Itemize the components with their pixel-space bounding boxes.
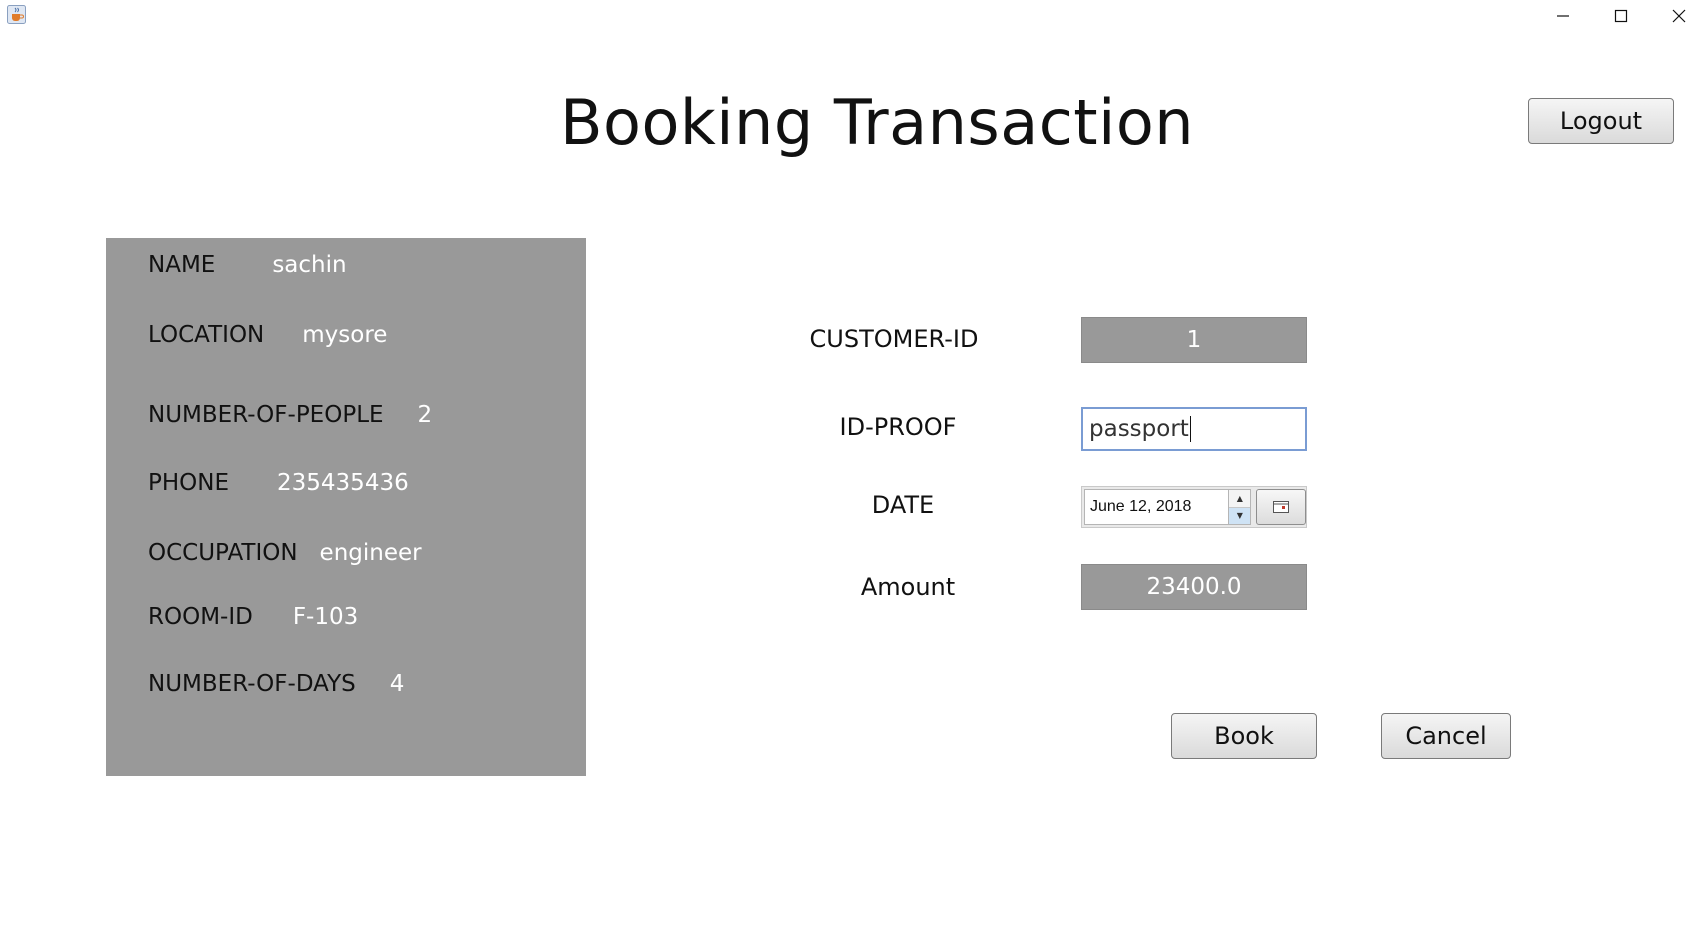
page-title: Booking Transaction [560,86,1195,159]
info-label: ROOM-ID [148,604,253,630]
customer-id-value: 1 [1186,327,1202,353]
info-row-name: NAME sachin [148,252,347,278]
info-value-days: 4 [389,671,405,697]
info-row-location: LOCATION mysore [148,322,387,348]
minimize-button[interactable] [1534,0,1592,32]
customer-id-field: 1 [1081,317,1307,363]
info-value-room: F-103 [292,604,359,630]
info-label: NUMBER-OF-PEOPLE [148,402,384,428]
info-label: NAME [148,252,216,278]
maximize-button[interactable] [1592,0,1650,32]
calendar-icon [1273,501,1290,513]
date-picker: June 12, 2018 ▲ ▼ [1081,486,1307,528]
maximize-icon [1614,9,1628,23]
amount-field: 23400.0 [1081,564,1307,610]
spin-up-icon[interactable]: ▲ [1229,490,1251,508]
booking-window: Booking Transaction Logout NAME sachin L… [0,0,1696,936]
spin-down-icon[interactable]: ▼ [1229,507,1251,524]
amount-label: Amount [860,573,956,601]
book-button[interactable]: Book [1171,713,1317,759]
amount-value: 23400.0 [1146,574,1242,600]
java-coffee-icon[interactable] [7,5,26,24]
close-icon [1672,9,1686,23]
info-value-occupation: engineer [319,540,422,566]
info-row-people: NUMBER-OF-PEOPLE 2 [148,402,432,428]
info-row-occupation: OCCUPATION engineer [148,540,422,566]
info-label: PHONE [148,470,230,496]
id-proof-value: passport [1089,416,1189,442]
customer-id-label: CUSTOMER-ID [809,325,979,353]
info-row-room: ROOM-ID F-103 [148,604,358,630]
info-row-phone: PHONE 235435436 [148,470,409,496]
close-button[interactable] [1650,0,1696,32]
cancel-button[interactable]: Cancel [1381,713,1511,759]
info-value-people: 2 [417,402,433,428]
info-label: NUMBER-OF-DAYS [148,671,356,697]
calendar-button[interactable] [1256,489,1306,525]
customer-info-panel: NAME sachin LOCATION mysore NUMBER-OF-PE… [106,238,586,776]
info-label: LOCATION [148,322,265,348]
logout-button[interactable]: Logout [1528,98,1674,144]
info-value-phone: 235435436 [277,470,409,496]
id-proof-input[interactable]: passport [1081,407,1307,451]
info-value-name: sachin [272,252,347,278]
info-row-days: NUMBER-OF-DAYS 4 [148,671,404,697]
text-cursor [1189,416,1191,442]
id-proof-label: ID-PROOF [839,413,957,441]
info-label: OCCUPATION [148,540,298,566]
date-label: DATE [871,491,935,519]
date-input[interactable]: June 12, 2018 [1084,489,1230,525]
minimize-icon [1557,15,1569,17]
date-spinner[interactable]: ▲ ▼ [1229,489,1252,525]
info-value-location: mysore [302,322,388,348]
